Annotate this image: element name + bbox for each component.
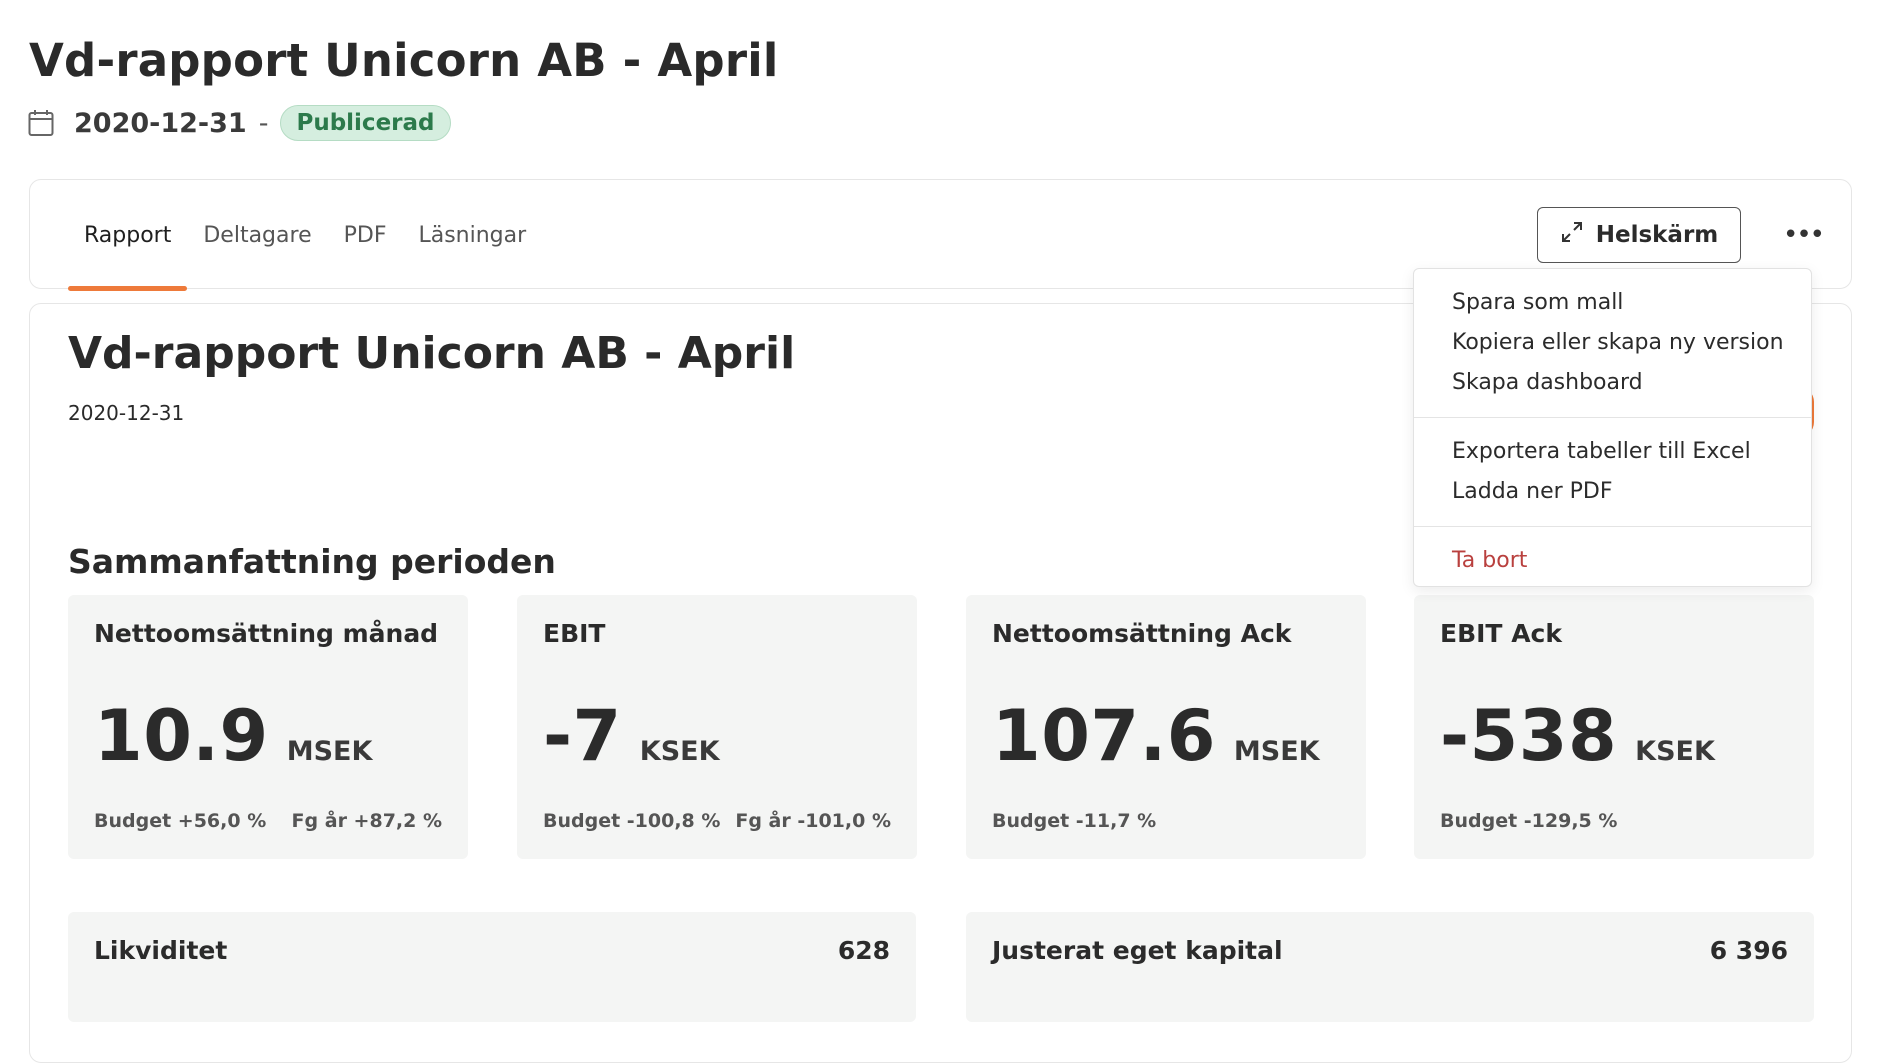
report-meta: 2020-12-31 - Publicerad [28,103,451,143]
section-title: Sammanfattning perioden [68,542,556,581]
kpi-prev-year: Fg år +87,2 % [291,810,442,832]
menu-item-delete[interactable]: Ta bort [1414,541,1811,581]
tab-deltagare[interactable]: Deltagare [187,180,327,290]
menu-group: Spara som mall Kopiera eller skapa ny ve… [1414,269,1811,417]
kpi-budget: Budget +56,0 % [94,810,267,832]
menu-group: Ta bort [1414,527,1811,595]
kpi-value: -7 [543,695,622,777]
fullscreen-label: Helskärm [1595,222,1719,248]
menu-item-export-excel[interactable]: Exportera tabeller till Excel [1414,432,1811,472]
kpi-budget: Budget -11,7 % [992,810,1157,832]
more-options-button[interactable]: ••• [1778,210,1828,260]
menu-item-save-template[interactable]: Spara som mall [1414,283,1811,323]
tab-rapport[interactable]: Rapport [68,180,188,291]
row-label: Likviditet [94,936,228,965]
more-options-menu: Spara som mall Kopiera eller skapa ny ve… [1413,268,1812,587]
kpi-prev-year: Fg år -101,0 % [735,810,891,832]
menu-item-create-dashboard[interactable]: Skapa dashboard [1414,363,1811,403]
kpi-label: Nettoomsättning Ack [992,619,1292,648]
kpi-card: EBIT Ack -538 KSEK Budget -129,5 % [1414,595,1814,859]
kpi-value: 10.9 [94,695,269,777]
meta-separator: - [258,107,269,139]
menu-item-copy-version[interactable]: Kopiera eller skapa ny version [1414,323,1811,363]
kpi-label: EBIT [543,619,606,648]
row-value: 6 396 [1709,936,1788,965]
expand-arrows-icon [1560,220,1584,250]
menu-item-download-pdf[interactable]: Ladda ner PDF [1414,472,1811,512]
more-horizontal-icon: ••• [1782,220,1825,250]
kpi-label: EBIT Ack [1440,619,1562,648]
menu-group: Exportera tabeller till Excel Ladda ner … [1414,418,1811,526]
kpi-unit: MSEK [1233,736,1320,767]
report-title: Vd-rapport Unicorn AB - April [68,328,796,379]
kpi-budget: Budget -100,8 % [543,810,721,832]
tabs: Rapport Deltagare PDF Läsningar [68,180,542,291]
tab-pdf[interactable]: PDF [328,180,403,290]
kpi-unit: MSEK [286,736,373,767]
kpi-unit: KSEK [1635,736,1715,767]
row-label: Justerat eget kapital [992,936,1283,965]
report-date-text: 2020-12-31 [68,401,185,425]
page-title: Vd-rapport Unicorn AB - April [29,34,779,87]
calendar-icon [28,109,54,137]
kpi-label: Nettoomsättning månad [94,619,439,648]
kpi-value: 107.6 [992,695,1216,777]
summary-row-eget-kapital: Justerat eget kapital 6 396 [966,912,1814,1022]
kpi-budget: Budget -129,5 % [1440,810,1618,832]
summary-row-likviditet: Likviditet 628 [68,912,916,1022]
row-value: 628 [837,936,890,965]
kpi-card: EBIT -7 KSEK Budget -100,8 % Fg år -101,… [517,595,917,859]
report-date: 2020-12-31 [74,107,247,139]
kpi-value: -538 [1440,695,1618,777]
tab-lasningar[interactable]: Läsningar [402,180,542,290]
fullscreen-button[interactable]: Helskärm [1537,207,1741,263]
kpi-card: Nettoomsättning månad 10.9 MSEK Budget +… [68,595,468,859]
kpi-card: Nettoomsättning Ack 107.6 MSEK Budget -1… [966,595,1366,859]
kpi-unit: KSEK [639,736,720,767]
status-badge: Publicerad [280,105,451,141]
